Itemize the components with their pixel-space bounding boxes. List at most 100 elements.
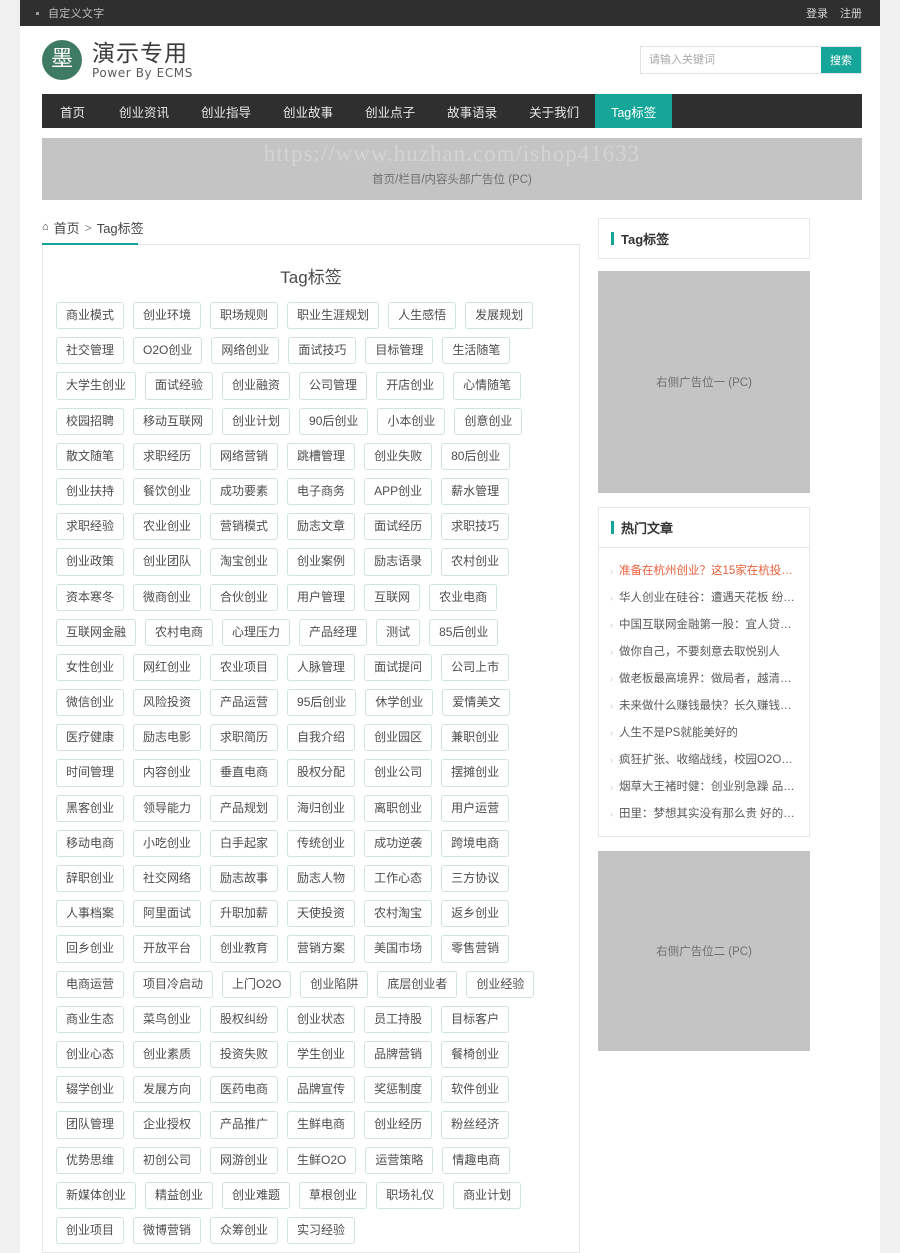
tag-link[interactable]: 众筹创业 [210, 1216, 279, 1245]
tag-link[interactable]: 互联网金融 [56, 618, 137, 646]
tag-link[interactable]: 创业扶持 [56, 477, 125, 506]
sidebar-ad-one[interactable]: 右侧广告位一 (PC) [598, 271, 810, 493]
tag-link[interactable]: 电子商务 [287, 477, 356, 506]
login-link[interactable]: 登录 [806, 5, 828, 21]
nav-item-1[interactable]: 创业资讯 [103, 94, 185, 128]
tag-link[interactable]: 小吃创业 [133, 829, 202, 857]
hot-article-item[interactable]: › 疯狂扩张、收缩战线，校园O2O冰火两重天 [610, 745, 798, 772]
tag-link[interactable]: 求职技巧 [441, 513, 510, 541]
tag-link[interactable]: 企业授权 [133, 1111, 202, 1139]
tag-link[interactable]: 农村电商 [145, 618, 214, 646]
breadcrumb-home-link[interactable]: 首页 [54, 218, 80, 237]
tag-link[interactable]: 商业生态 [56, 1005, 125, 1033]
tag-link[interactable]: 社交网络 [133, 865, 202, 893]
tag-link[interactable]: 成功要素 [210, 477, 279, 506]
tag-link[interactable]: 创业经验 [466, 970, 535, 998]
tag-link[interactable]: 创业教育 [210, 935, 279, 963]
tag-link[interactable]: 商业计划 [453, 1181, 522, 1209]
tag-link[interactable]: 生鲜O2O [287, 1146, 357, 1174]
tag-link[interactable]: 底层创业者 [377, 970, 458, 998]
tag-link[interactable]: APP创业 [364, 477, 433, 506]
tag-link[interactable]: 创业心态 [56, 1040, 125, 1069]
tag-link[interactable]: 情趣电商 [442, 1146, 511, 1174]
hot-article-item[interactable]: › 做老板最高境界：做局者，越清闲越赚钱 [610, 664, 798, 691]
tag-link[interactable]: 阿里面试 [133, 900, 202, 928]
tag-link[interactable]: 电商运营 [56, 970, 125, 998]
tag-link[interactable]: 公司管理 [299, 372, 368, 400]
tag-link[interactable]: 心理压力 [222, 618, 291, 646]
tag-link[interactable]: 实习经验 [287, 1216, 356, 1245]
tag-link[interactable]: 软件创业 [441, 1076, 510, 1104]
tag-link[interactable]: 心情随笔 [453, 372, 522, 400]
tag-link[interactable]: 新媒体创业 [56, 1181, 137, 1209]
hot-article-item[interactable]: › 未来做什么赚钱最快？长久赚钱好项目 你... [610, 691, 798, 718]
tag-link[interactable]: 职场礼仪 [376, 1181, 445, 1209]
tag-link[interactable]: 领导能力 [133, 794, 202, 822]
tag-link[interactable]: 回乡创业 [56, 935, 125, 963]
tag-link[interactable]: 精益创业 [145, 1181, 214, 1209]
tag-link[interactable]: 人事档案 [56, 900, 125, 928]
tag-link[interactable]: 创业素质 [133, 1040, 202, 1069]
tag-link[interactable]: 上门O2O [222, 970, 292, 998]
tag-link[interactable]: 品牌营销 [364, 1040, 433, 1069]
tag-link[interactable]: 励志电影 [133, 724, 202, 752]
tag-link[interactable]: 休学创业 [365, 689, 434, 717]
tag-link[interactable]: 淘宝创业 [210, 548, 279, 576]
tag-link[interactable]: 80后创业 [441, 442, 511, 470]
tag-link[interactable]: 85后创业 [429, 618, 499, 646]
tag-link[interactable]: 奖惩制度 [364, 1076, 433, 1104]
tag-link[interactable]: 草根创业 [299, 1181, 368, 1209]
tag-link[interactable]: 求职经历 [133, 442, 202, 470]
tag-link[interactable]: 粉丝经济 [441, 1111, 510, 1139]
tag-link[interactable]: 生鲜电商 [287, 1111, 356, 1139]
tag-link[interactable]: 农村创业 [441, 548, 510, 576]
tag-link[interactable]: 创业项目 [56, 1216, 125, 1245]
tag-link[interactable]: 产品经理 [299, 618, 368, 646]
hot-article-item[interactable]: › 田里：梦想其实没有那么贵 好的创业者根... [610, 799, 798, 826]
tag-link[interactable]: 开店创业 [376, 372, 445, 400]
tag-link[interactable]: 辞职创业 [56, 865, 125, 893]
tag-link[interactable]: 创业计划 [222, 407, 291, 435]
tag-link[interactable]: 垂直电商 [210, 759, 279, 787]
tag-link[interactable]: 美国市场 [364, 935, 433, 963]
tag-link[interactable]: 人脉管理 [287, 653, 356, 682]
tag-link[interactable]: 互联网 [364, 583, 421, 611]
tag-link[interactable]: 创意创业 [454, 407, 523, 435]
tag-link[interactable]: 辍学创业 [56, 1076, 125, 1104]
tag-link[interactable]: 营销模式 [210, 513, 279, 541]
tag-link[interactable]: 合伙创业 [210, 583, 279, 611]
site-logo[interactable]: 墨 演示专用 Power By ECMS [42, 40, 193, 80]
tag-link[interactable]: 黑客创业 [56, 794, 125, 822]
tag-link[interactable]: 大学生创业 [56, 372, 137, 400]
hot-article-item[interactable]: › 烟草大王褚时健：创业别急躁 品质最重要 [610, 772, 798, 799]
hot-article-item[interactable]: › 华人创业在硅谷：遭遇天花板 纷纷选择回国 [610, 583, 798, 610]
tag-link[interactable]: 创业公司 [364, 759, 433, 787]
tag-link[interactable]: 创业政策 [56, 548, 125, 576]
tag-link[interactable]: 测试 [376, 618, 421, 646]
tag-link[interactable]: 营销方案 [287, 935, 356, 963]
tag-link[interactable]: 创业融资 [222, 372, 291, 400]
header-ad-banner[interactable]: https://www.huzhan.com/ishop41633 首页/栏目/… [42, 138, 862, 200]
tag-link[interactable]: 农业创业 [133, 513, 202, 541]
tag-link[interactable]: 零售营销 [441, 935, 510, 963]
tag-link[interactable]: 开放平台 [133, 935, 202, 963]
nav-item-6[interactable]: 关于我们 [513, 94, 595, 128]
tag-link[interactable]: 创业状态 [287, 1005, 356, 1033]
tag-link[interactable]: 用户管理 [287, 583, 356, 611]
tag-link[interactable]: O2O创业 [133, 337, 203, 365]
tag-link[interactable]: 白手起家 [210, 829, 279, 857]
tag-link[interactable]: 兼职创业 [441, 724, 510, 752]
tag-link[interactable]: 农村淘宝 [364, 900, 433, 928]
tag-link[interactable]: 餐饮创业 [133, 477, 202, 506]
tag-link[interactable]: 求职经验 [56, 513, 125, 541]
tag-link[interactable]: 目标管理 [365, 337, 434, 365]
tag-link[interactable]: 农业项目 [210, 653, 279, 682]
hot-article-item[interactable]: › 准备在杭州创业？这15家在杭投资机构不... [610, 556, 798, 583]
tag-link[interactable]: 网络营销 [210, 442, 279, 470]
tag-link[interactable]: 求职简历 [210, 724, 279, 752]
tag-link[interactable]: 医药电商 [210, 1076, 279, 1104]
tag-link[interactable]: 资本寒冬 [56, 583, 125, 611]
tag-link[interactable]: 投资失败 [210, 1040, 279, 1069]
tag-link[interactable]: 励志语录 [364, 548, 433, 576]
tag-link[interactable]: 创业经历 [364, 1111, 433, 1139]
